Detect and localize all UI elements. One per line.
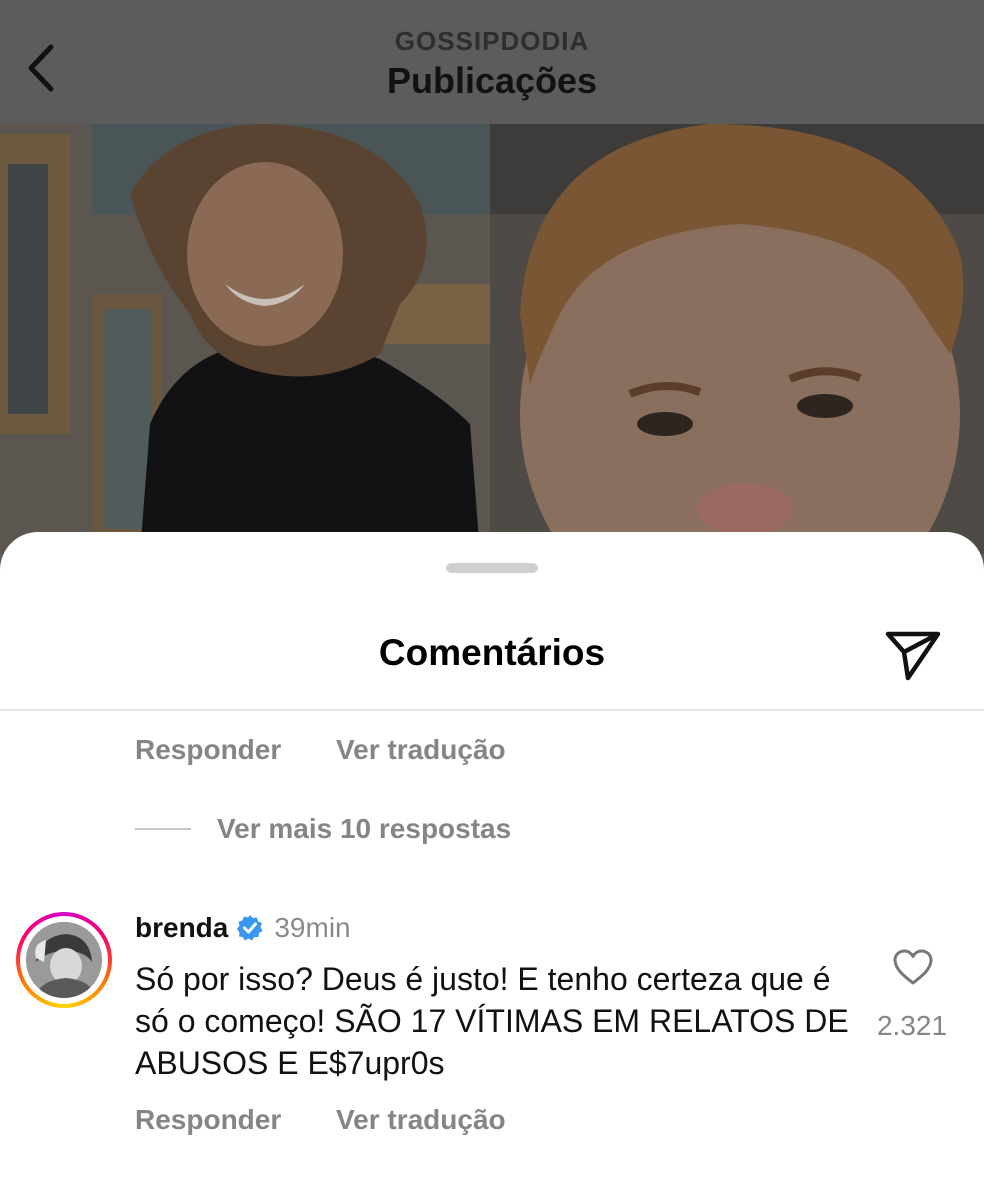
comment-time: 39min xyxy=(274,912,351,943)
share-button[interactable] xyxy=(882,626,944,684)
avatar xyxy=(26,922,102,998)
post-photo-right xyxy=(490,124,984,554)
reply-button[interactable]: Responder xyxy=(135,734,281,766)
send-icon xyxy=(885,631,941,681)
post-image xyxy=(0,124,984,554)
sheet-drag-handle[interactable] xyxy=(446,563,538,573)
account-name[interactable]: GOSSIPDODIA xyxy=(0,26,984,57)
comment-reply-button[interactable]: Responder xyxy=(135,1104,281,1136)
comments-sheet: Comentários Responder Ver tradução Ver m… xyxy=(0,532,984,1192)
see-translation-button[interactable]: Ver tradução xyxy=(336,734,506,766)
replies-line xyxy=(135,828,191,830)
header-divider xyxy=(0,709,984,711)
sheet-title: Comentários xyxy=(378,632,606,673)
verified-badge-icon xyxy=(237,915,263,941)
like-count: 2.321 xyxy=(876,1010,948,1041)
comment-header: brenda 39min xyxy=(135,912,351,944)
post-photo-left xyxy=(0,124,490,554)
like-button[interactable] xyxy=(888,944,938,990)
comment-username[interactable]: brenda xyxy=(135,912,228,944)
heart-icon xyxy=(893,949,933,985)
comment-text: Só por isso? Deus é justo! E tenho certe… xyxy=(135,961,849,1081)
page-title: Publicações xyxy=(386,60,598,101)
comment-see-translation-button[interactable]: Ver tradução xyxy=(336,1104,506,1136)
view-more-replies-label: Ver mais 10 respostas xyxy=(217,813,512,844)
view-more-replies[interactable]: Ver mais 10 respostas xyxy=(135,812,511,846)
top-header: GOSSIPDODIA Publicações xyxy=(0,0,984,124)
avatar-story-ring[interactable] xyxy=(16,912,112,1008)
